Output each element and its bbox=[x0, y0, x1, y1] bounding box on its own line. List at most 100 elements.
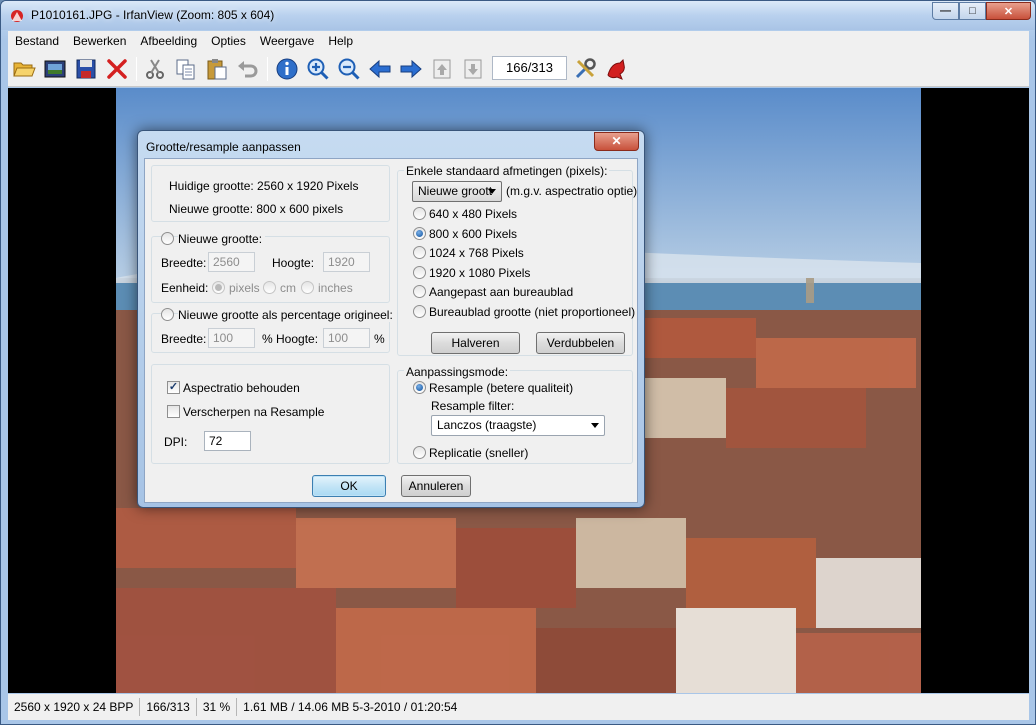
halve-button[interactable]: Halveren bbox=[431, 332, 520, 354]
cut-icon[interactable] bbox=[141, 55, 169, 83]
status-filesize-date: 1.61 MB / 14.06 MB 5-3-2010 / 01:20:54 bbox=[243, 700, 458, 714]
mode-title: Aanpassingsmode: bbox=[404, 365, 511, 379]
size-800-radio[interactable] bbox=[413, 227, 426, 240]
unit-inches-label: inches bbox=[318, 281, 353, 295]
irfanview-app-icon bbox=[11, 10, 23, 22]
toolbar: 166/313 bbox=[8, 51, 1029, 87]
window-title: P1010161.JPG - IrfanView (Zoom: 805 x 60… bbox=[31, 8, 275, 22]
save-icon[interactable] bbox=[72, 55, 100, 83]
standard-size-note: (m.g.v. aspectratio optie) bbox=[506, 184, 638, 198]
standard-size-combo-value: Nieuwe groott bbox=[418, 184, 493, 198]
minimize-button[interactable]: — bbox=[932, 2, 959, 20]
size-1024-label: 1024 x 768 Pixels bbox=[429, 246, 524, 260]
size-desktop-fit-radio[interactable] bbox=[413, 285, 426, 298]
percentage-radio[interactable] bbox=[161, 308, 174, 321]
status-bar: 2560 x 1920 x 24 BPP 166/313 31 % 1.61 M… bbox=[8, 694, 1029, 720]
size-1920-radio[interactable] bbox=[413, 266, 426, 279]
pct-height-label: Hoogte: bbox=[276, 332, 319, 346]
width-label: Breedte: bbox=[161, 256, 207, 270]
pct-height-percent: % bbox=[374, 332, 385, 346]
size-1920-label: 1920 x 1080 Pixels bbox=[429, 266, 531, 280]
menu-weergave[interactable]: Weergave bbox=[253, 34, 321, 48]
standard-sizes-title: Enkele standaard afmetingen (pixels): bbox=[404, 164, 610, 178]
window-controls: — □ ✕ bbox=[932, 2, 1031, 20]
maximize-button[interactable]: □ bbox=[959, 2, 986, 20]
sharpen-label: Verscherpen na Resample bbox=[183, 405, 325, 419]
irfanview-cat-icon[interactable] bbox=[602, 55, 630, 83]
new-size-text: Nieuwe grootte: 800 x 600 pixels bbox=[169, 202, 344, 216]
width-input[interactable]: 2560 bbox=[208, 252, 255, 272]
new-size-option-label: Nieuwe grootte: bbox=[178, 232, 266, 246]
resample-radio[interactable] bbox=[413, 381, 426, 394]
status-index: 166/313 bbox=[140, 698, 197, 716]
copy-icon[interactable] bbox=[172, 55, 200, 83]
pct-height-input[interactable]: 100 bbox=[323, 328, 370, 348]
slideshow-icon[interactable] bbox=[41, 55, 69, 83]
menu-bestand[interactable]: Bestand bbox=[8, 34, 66, 48]
size-desktop-stretch-radio[interactable] bbox=[413, 305, 426, 318]
close-button[interactable]: ✕ bbox=[986, 2, 1031, 20]
height-input[interactable]: 1920 bbox=[323, 252, 370, 272]
sharpen-checkbox[interactable] bbox=[167, 405, 180, 418]
unit-pixels-label: pixels bbox=[229, 281, 260, 295]
undo-icon[interactable] bbox=[234, 55, 262, 83]
standard-size-combo[interactable]: Nieuwe groott bbox=[412, 181, 502, 202]
unit-pixels-radio[interactable] bbox=[212, 281, 225, 294]
cancel-button[interactable]: Annuleren bbox=[401, 475, 471, 497]
info-icon[interactable] bbox=[273, 55, 301, 83]
size-desktop-fit-label: Aangepast aan bureaublad bbox=[429, 285, 574, 299]
height-label: Hoogte: bbox=[272, 256, 315, 270]
pct-width-percent: % bbox=[262, 332, 273, 346]
image-counter: 166/313 bbox=[492, 56, 567, 80]
double-button[interactable]: Verdubbelen bbox=[536, 332, 625, 354]
menu-afbeelding[interactable]: Afbeelding bbox=[133, 34, 204, 48]
title-bar[interactable]: P1010161.JPG - IrfanView (Zoom: 805 x 60… bbox=[1, 1, 1035, 30]
ok-button[interactable]: OK bbox=[312, 475, 386, 497]
menu-opties[interactable]: Opties bbox=[204, 34, 253, 48]
dialog-close-button[interactable]: ✕ bbox=[594, 132, 639, 151]
unit-cm-label: cm bbox=[280, 281, 296, 295]
resample-filter-combo[interactable]: Lanczos (traagste) bbox=[431, 415, 605, 436]
pct-width-label: Breedte: bbox=[161, 332, 207, 346]
dialog-body: Huidige grootte: 2560 x 1920 Pixels Nieu… bbox=[144, 158, 638, 503]
size-1024-radio[interactable] bbox=[413, 246, 426, 259]
resample-filter-value: Lanczos (traagste) bbox=[437, 418, 537, 432]
next-arrow-icon[interactable] bbox=[397, 55, 425, 83]
size-800-label: 800 x 600 Pixels bbox=[429, 227, 518, 241]
resize-dialog: Grootte/resample aanpassen ✕ Huidige gro… bbox=[137, 130, 645, 508]
aspect-ratio-checkbox[interactable]: ✓ bbox=[167, 381, 180, 394]
percentage-option-label: Nieuwe grootte als percentage origineel: bbox=[178, 308, 396, 322]
status-dimensions: 2560 x 1920 x 24 BPP bbox=[8, 698, 141, 716]
aspect-ratio-label: Aspectratio behouden bbox=[183, 381, 300, 395]
menu-bewerken[interactable]: Bewerken bbox=[66, 34, 133, 48]
last-page-icon[interactable] bbox=[459, 55, 487, 83]
delete-icon[interactable] bbox=[103, 55, 131, 83]
new-size-radio[interactable] bbox=[161, 232, 174, 245]
current-size-text: Huidige grootte: 2560 x 1920 Pixels bbox=[169, 179, 359, 193]
menu-help[interactable]: Help bbox=[321, 34, 360, 48]
open-folder-icon[interactable] bbox=[10, 55, 38, 83]
first-page-icon[interactable] bbox=[428, 55, 456, 83]
unit-inches-radio[interactable] bbox=[301, 281, 314, 294]
zoom-out-icon[interactable] bbox=[335, 55, 363, 83]
size-640-radio[interactable] bbox=[413, 207, 426, 220]
pct-width-input[interactable]: 100 bbox=[208, 328, 255, 348]
dpi-input[interactable]: 72 bbox=[204, 431, 251, 451]
unit-label: Eenheid: bbox=[161, 281, 209, 295]
dialog-title: Grootte/resample aanpassen bbox=[146, 140, 301, 154]
previous-arrow-icon[interactable] bbox=[366, 55, 394, 83]
size-640-label: 640 x 480 Pixels bbox=[429, 207, 518, 221]
paste-icon[interactable] bbox=[203, 55, 231, 83]
dpi-label: DPI: bbox=[164, 435, 188, 449]
unit-cm-radio[interactable] bbox=[263, 281, 276, 294]
menu-bar: Bestand Bewerken Afbeelding Opties Weerg… bbox=[8, 31, 1029, 51]
toolbar-separator bbox=[267, 57, 268, 81]
chevron-down-icon bbox=[591, 423, 599, 428]
settings-icon[interactable] bbox=[571, 55, 599, 83]
zoom-in-icon[interactable] bbox=[304, 55, 332, 83]
filter-label: Resample filter: bbox=[431, 399, 515, 413]
toolbar-separator bbox=[136, 57, 137, 81]
resample-label: Resample (betere qualiteit) bbox=[429, 381, 574, 395]
replicate-radio[interactable] bbox=[413, 446, 426, 459]
status-zoom: 31 % bbox=[197, 698, 238, 716]
